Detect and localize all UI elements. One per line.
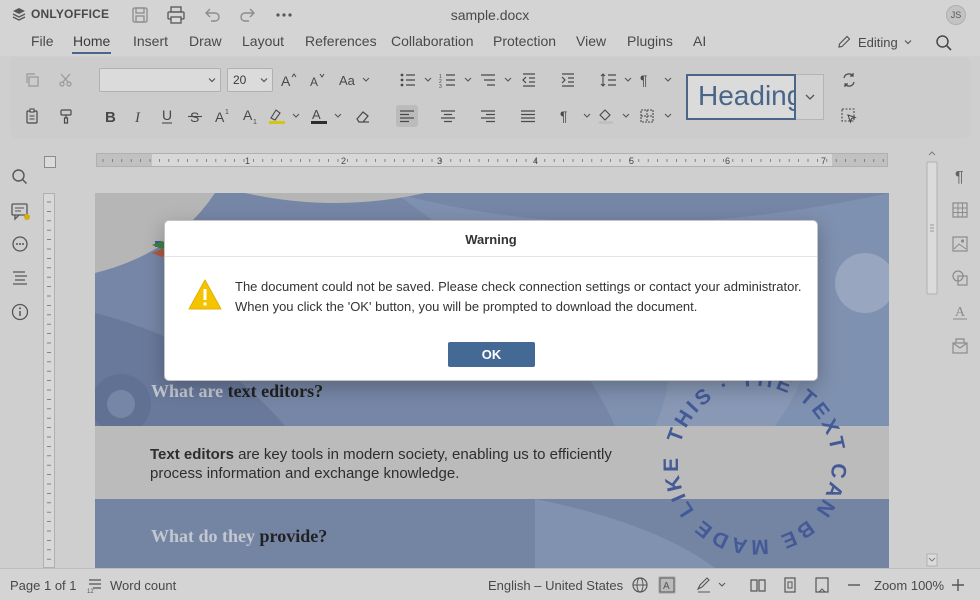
message-line-1: The document could not be saved. Please … <box>235 279 802 294</box>
warning-icon <box>187 278 223 312</box>
ok-button[interactable]: OK <box>448 342 535 367</box>
message-line-2: When you click the 'OK' button, you will… <box>235 299 698 314</box>
dialog-message: The document could not be saved. Please … <box>235 277 810 317</box>
warning-dialog: Warning The document could not be saved.… <box>164 220 818 381</box>
dialog-title: Warning <box>165 221 817 257</box>
